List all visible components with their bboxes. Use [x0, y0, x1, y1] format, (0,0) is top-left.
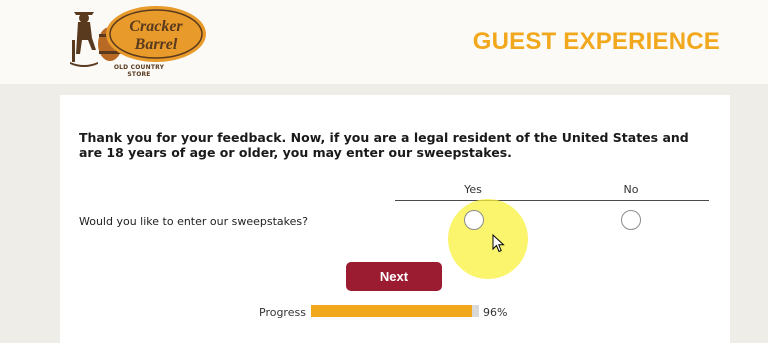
cursor-highlight	[448, 199, 528, 279]
sweepstakes-question: Would you like to enter our sweepstakes?	[79, 215, 308, 228]
sweepstakes-intro: Thank you for your feedback. Now, if you…	[79, 130, 689, 160]
radio-yes[interactable]	[464, 210, 484, 230]
progress-fill	[311, 305, 473, 317]
svg-text:Cracker: Cracker	[129, 18, 183, 35]
progress-label: Progress	[259, 306, 306, 319]
brand-tagline: OLD COUNTRY STORE	[113, 64, 165, 78]
survey-card: Thank you for your feedback. Now, if you…	[60, 95, 730, 343]
progress-percent: 96%	[483, 306, 508, 319]
site-header: Cracker Barrel OLD COUNTRY STORE GUEST E…	[0, 0, 768, 84]
column-header-yes: Yes	[464, 183, 482, 196]
mouse-cursor-icon	[492, 234, 505, 253]
svg-text:Barrel: Barrel	[134, 36, 178, 53]
column-header-no: No	[623, 183, 639, 196]
progress-bar	[311, 305, 479, 317]
next-button[interactable]: Next	[346, 262, 442, 291]
column-divider	[395, 200, 709, 201]
page-title: GUEST EXPERIENCE	[472, 28, 720, 55]
radio-no[interactable]	[621, 210, 641, 230]
